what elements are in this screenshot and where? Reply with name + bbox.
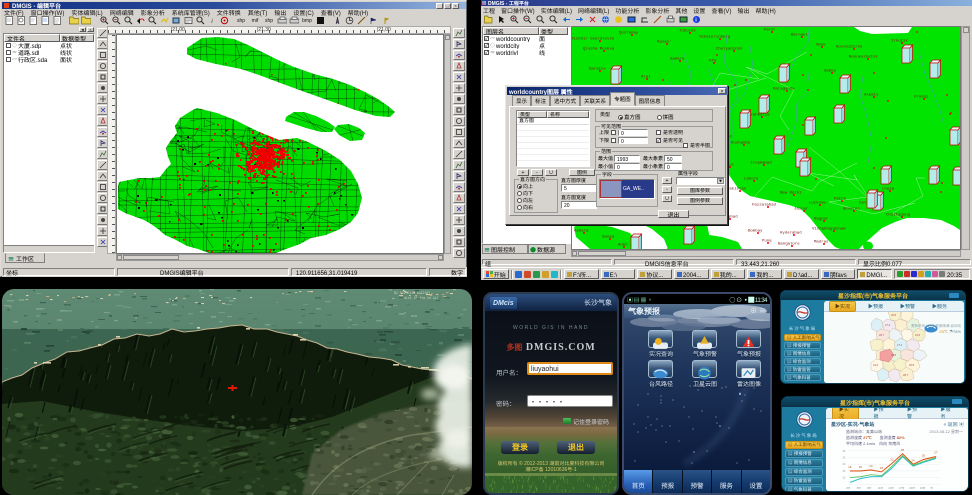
svg-text:Vishakhapatnam: Vishakhapatnam (812, 227, 846, 232)
svg-text:Yekaterinburg: Yekaterinburg (699, 35, 731, 40)
svg-text:31.6: 31.6 (915, 333, 921, 337)
svg-text:Sanaa: Sanaa (602, 236, 615, 240)
svg-text:Nagpur: Nagpur (814, 217, 829, 222)
svg-text:Madras: Madras (814, 240, 829, 245)
svg-text:Irkutsk: Irkutsk (891, 39, 908, 44)
svg-text:Pakistan: Pakistan (727, 187, 747, 192)
svg-text:30: 30 (842, 449, 845, 453)
svg-text:Barnaul: Barnaul (791, 33, 808, 38)
svg-text:Saratov: Saratov (589, 67, 606, 72)
svg-text:Aden: Aden (618, 243, 628, 248)
svg-text:Omsk: Omsk (816, 43, 826, 48)
svg-text:Novokuznetsk: Novokuznetsk (849, 55, 878, 60)
svg-text:Samara: Samara (670, 57, 685, 62)
svg-text:18: 18 (859, 464, 863, 469)
svg-text:Lhasa: Lhasa (882, 187, 895, 192)
svg-text:Lucknow: Lucknow (809, 201, 826, 206)
svg-text:Bangalore: Bangalore (778, 242, 800, 247)
svg-text:Jaipur: Jaipur (794, 207, 809, 212)
svg-text:20时: 20时 (909, 486, 915, 490)
svg-text:Miskhir Sverdlovsk: Miskhir Sverdlovsk (572, 37, 615, 42)
svg-text:5时: 5时 (857, 486, 861, 490)
svg-text:风速: 风速 (901, 490, 907, 491)
svg-text:Ufa: Ufa (709, 59, 717, 64)
svg-text:B2 S22 E113 ALT1503: B2 S22 E113 ALT1503 (394, 291, 430, 295)
svg-text:28.7: 28.7 (903, 373, 909, 377)
svg-text:Qrusha Moskva: Qrusha Moskva (583, 47, 615, 52)
svg-text:30.8: 30.8 (891, 313, 897, 317)
svg-text:Novosibirsk: Novosibirsk (836, 45, 863, 50)
svg-text:Chittagong: Chittagong (886, 213, 911, 218)
svg-text:27.4: 27.4 (897, 343, 903, 347)
svg-text:19: 19 (869, 463, 873, 468)
svg-text:28: 28 (901, 447, 905, 452)
svg-text:27.4: 27.4 (885, 323, 891, 327)
svg-text:Patna: Patna (834, 198, 847, 202)
svg-text:Puna: Puna (762, 240, 772, 244)
svg-text:Asmara: Asmara (574, 229, 589, 234)
svg-text:26: 26 (922, 453, 926, 458)
svg-text:27: 27 (934, 450, 938, 455)
svg-text:30.8: 30.8 (891, 353, 897, 357)
svg-text:湿度: 湿度 (882, 490, 888, 491)
svg-text:18: 18 (880, 465, 884, 470)
svg-text:Benares: Benares (843, 207, 860, 212)
svg-text:Bombay: Bombay (748, 229, 763, 234)
svg-text:dist 23.4km hd 112: dist 23.4km hd 112 (404, 296, 439, 300)
svg-text:Semey: Semey (824, 70, 837, 74)
svg-text:18: 18 (848, 464, 852, 469)
svg-text:20: 20 (842, 462, 845, 466)
svg-text:Karaganda: Karaganda (773, 87, 795, 92)
svg-text:25: 25 (842, 455, 845, 459)
svg-text:Almaty: Almaty (864, 93, 879, 98)
svg-text:温度: 温度 (862, 490, 868, 491)
svg-text:22: 22 (890, 456, 894, 461)
svg-text:14时: 14时 (888, 486, 894, 490)
svg-text:Islamabad: Islamabad (750, 161, 772, 166)
svg-text:Hyderabad: Hyderabad (780, 231, 802, 236)
svg-text:Urumqi: Urumqi (914, 95, 929, 100)
svg-text:23时: 23时 (920, 486, 926, 490)
svg-text:Tobolsk: Tobolsk (679, 29, 696, 34)
svg-text:30.8: 30.8 (909, 363, 915, 367)
svg-text:Dushanbe: Dushanbe (731, 141, 751, 146)
svg-text:Aral: Aral (641, 75, 651, 80)
svg-text:Parm': Parm' (764, 28, 776, 33)
svg-text:10: 10 (842, 476, 845, 480)
svg-text:28.7: 28.7 (879, 333, 885, 337)
svg-text:New Delhi: New Delhi (780, 191, 802, 196)
svg-text:Faisalabad: Faisalabad (752, 203, 777, 208)
svg-text:24: 24 (911, 457, 915, 462)
svg-text:Chelyabinsk: Chelyabinsk (716, 47, 743, 52)
svg-text:Qostanay: Qostanay (619, 32, 639, 36)
svg-text:31.6: 31.6 (873, 363, 879, 367)
svg-text:2时: 2时 (846, 486, 850, 490)
svg-text:时: 时 (930, 486, 933, 490)
svg-text:15: 15 (842, 469, 845, 473)
svg-text:Lahore: Lahore (744, 177, 759, 182)
svg-text:Kazan': Kazan' (657, 40, 671, 45)
